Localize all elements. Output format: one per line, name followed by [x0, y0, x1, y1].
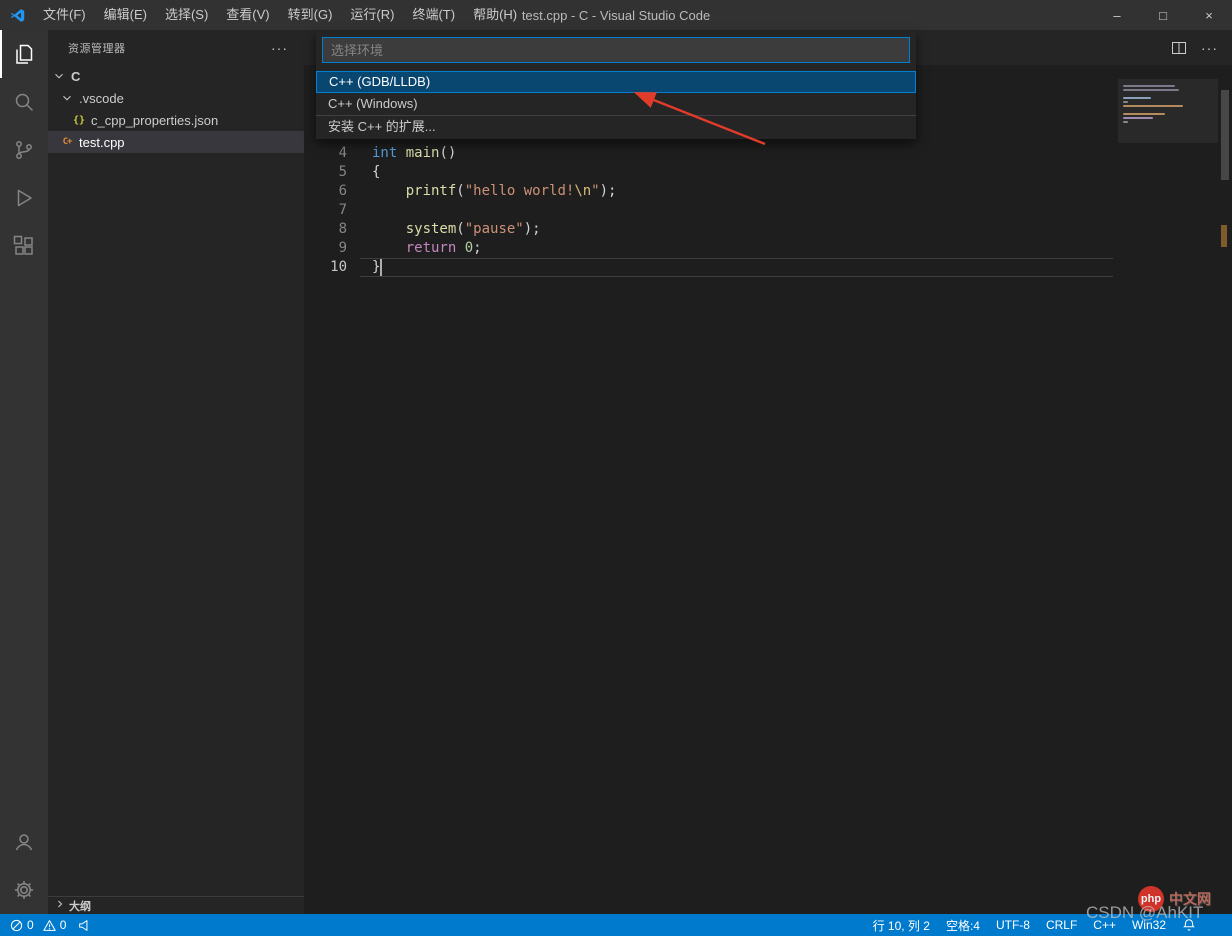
minimap-line: [1123, 121, 1128, 123]
minimap-line: [1123, 105, 1183, 107]
status-bar-left: 0 0: [0, 918, 91, 932]
sidebar-title: 资源管理器: [68, 42, 126, 55]
quick-pick-input-wrap: [322, 37, 910, 63]
main-area: 资源管理器 ··· C .vscode {} c_cpp_properties.…: [0, 30, 1232, 914]
menu-edit[interactable]: 编辑(E): [95, 0, 156, 30]
sidebar-more-actions-icon[interactable]: ···: [271, 40, 296, 56]
quick-pick-item-gdb-lldb[interactable]: C++ (GDB/LLDB): [316, 71, 916, 93]
editor-more-actions-icon[interactable]: ···: [1201, 40, 1218, 56]
platform-config[interactable]: Win32: [1132, 918, 1166, 932]
minimap-line: [1123, 101, 1128, 103]
explorer-sidebar: 资源管理器 ··· C .vscode {} c_cpp_properties.…: [48, 30, 304, 914]
scrollbar-thumb[interactable]: [1221, 90, 1229, 180]
error-icon: [10, 919, 23, 931]
line-number[interactable]: 6: [304, 182, 347, 201]
json-file-icon: {}: [72, 114, 86, 126]
title-bar: 文件(F) 编辑(E) 选择(S) 查看(V) 转到(G) 运行(R) 终端(T…: [0, 0, 1232, 30]
outline-label: 大纲: [69, 900, 91, 913]
menu-run[interactable]: 运行(R): [341, 0, 403, 30]
accounts-icon[interactable]: [0, 818, 48, 866]
close-button[interactable]: ×: [1186, 0, 1232, 30]
line-number[interactable]: 9: [304, 239, 347, 258]
error-count: 0: [27, 918, 34, 932]
editor-group: ··· 1 2 3 4int main() 5{ 6 printf("hello…: [304, 30, 1232, 914]
tree-item-root-folder[interactable]: C: [48, 65, 304, 87]
activity-bar: [0, 30, 48, 914]
tree-item-test-cpp[interactable]: C+ test.cpp: [48, 131, 304, 153]
tree-item-label: c_cpp_properties.json: [91, 112, 219, 128]
line-number[interactable]: 7: [304, 201, 347, 220]
encoding[interactable]: UTF-8: [996, 918, 1030, 932]
notifications-bell-icon[interactable]: [1182, 918, 1196, 932]
minimap-line: [1123, 89, 1179, 91]
settings-gear-icon[interactable]: [0, 866, 48, 914]
minimize-button[interactable]: –: [1094, 0, 1140, 30]
warning-icon: [42, 919, 56, 931]
menu-selection[interactable]: 选择(S): [156, 0, 217, 30]
text-cursor: [380, 259, 382, 276]
maximize-button[interactable]: □: [1140, 0, 1186, 30]
split-editor-icon[interactable]: [1171, 40, 1187, 56]
status-bar-right: 行 10, 列 2 空格:4 UTF-8 CRLF C++ Win32: [873, 917, 1232, 934]
warning-count: 0: [59, 918, 67, 932]
eol-sequence[interactable]: CRLF: [1046, 918, 1077, 932]
quick-pick-widget: C++ (GDB/LLDB) C++ (Windows) 安装 C++ 的扩展.…: [316, 31, 916, 139]
line-number[interactable]: 4: [304, 144, 347, 163]
chevron-down-icon: [51, 69, 67, 83]
indentation[interactable]: 空格:4: [946, 917, 980, 934]
tree-item-c-cpp-properties[interactable]: {} c_cpp_properties.json: [48, 109, 304, 131]
minimap[interactable]: [1118, 65, 1218, 914]
window-controls: – □ ×: [1094, 0, 1232, 30]
menu-go[interactable]: 转到(G): [279, 0, 342, 30]
line-number[interactable]: 5: [304, 163, 347, 182]
code-line[interactable]: 7: [304, 201, 1118, 220]
quick-pick-item-install-extension[interactable]: 安装 C++ 的扩展...: [316, 115, 916, 137]
quick-pick-item-windows[interactable]: C++ (Windows): [316, 93, 916, 115]
line-number[interactable]: 8: [304, 220, 347, 239]
quick-pick-list: C++ (GDB/LLDB) C++ (Windows) 安装 C++ 的扩展.…: [316, 69, 916, 139]
overview-ruler-mark: [1221, 225, 1227, 247]
line-number[interactable]: 10: [304, 258, 347, 277]
sidebar-header: 资源管理器 ···: [48, 30, 304, 65]
environment-select-input[interactable]: [323, 38, 909, 62]
problems-indicator[interactable]: 0 0: [10, 918, 66, 932]
source-control-icon[interactable]: [0, 126, 48, 174]
explorer-icon[interactable]: [0, 30, 48, 78]
code-line[interactable]: 8 system("pause");: [304, 220, 1118, 239]
extensions-icon[interactable]: [0, 222, 48, 270]
code-line[interactable]: 9 return 0;: [304, 239, 1118, 258]
minimap-line: [1123, 113, 1165, 115]
chevron-right-icon: [54, 898, 66, 913]
chevron-down-icon: [59, 91, 75, 105]
menu-help[interactable]: 帮助(H): [464, 0, 526, 30]
tree-item-label: .vscode: [79, 90, 124, 106]
search-icon[interactable]: [0, 78, 48, 126]
status-bar: 0 0 行 10, 列 2 空格:4 UTF-8 CRLF C++ Win32: [0, 914, 1232, 936]
code-line[interactable]: 10}: [304, 258, 1118, 277]
menu-terminal[interactable]: 终端(T): [403, 0, 464, 30]
outline-section-header[interactable]: 大纲: [48, 896, 304, 914]
editor-scrollbar[interactable]: [1218, 65, 1232, 914]
vscode-logo-icon: [0, 7, 34, 24]
code-line[interactable]: 5{: [304, 163, 1118, 182]
menu-bar: 文件(F) 编辑(E) 选择(S) 查看(V) 转到(G) 运行(R) 终端(T…: [34, 0, 526, 30]
cursor-position[interactable]: 行 10, 列 2: [873, 917, 930, 934]
tree-item-label: C: [71, 68, 81, 84]
status-extra-icon[interactable]: [78, 919, 91, 932]
code-area[interactable]: 1 2 3 4int main() 5{ 6 printf("hello wor…: [304, 65, 1232, 914]
minimap-line: [1123, 117, 1153, 119]
cpp-file-icon: C+: [62, 137, 73, 147]
code-line[interactable]: 4 int main(): [304, 144, 1118, 163]
minimap-line: [1123, 85, 1175, 87]
menu-view[interactable]: 查看(V): [217, 0, 278, 30]
code-line[interactable]: 6 printf("hello world!\n");: [304, 182, 1118, 201]
minimap-line: [1123, 97, 1151, 99]
language-mode[interactable]: C++: [1093, 918, 1116, 932]
tree-item-vscode-folder[interactable]: .vscode: [48, 87, 304, 109]
tree-item-label: test.cpp: [79, 134, 125, 150]
run-debug-icon[interactable]: [0, 174, 48, 222]
window-title: test.cpp - C - Visual Studio Code: [521, 7, 711, 23]
menu-file[interactable]: 文件(F): [34, 0, 95, 30]
